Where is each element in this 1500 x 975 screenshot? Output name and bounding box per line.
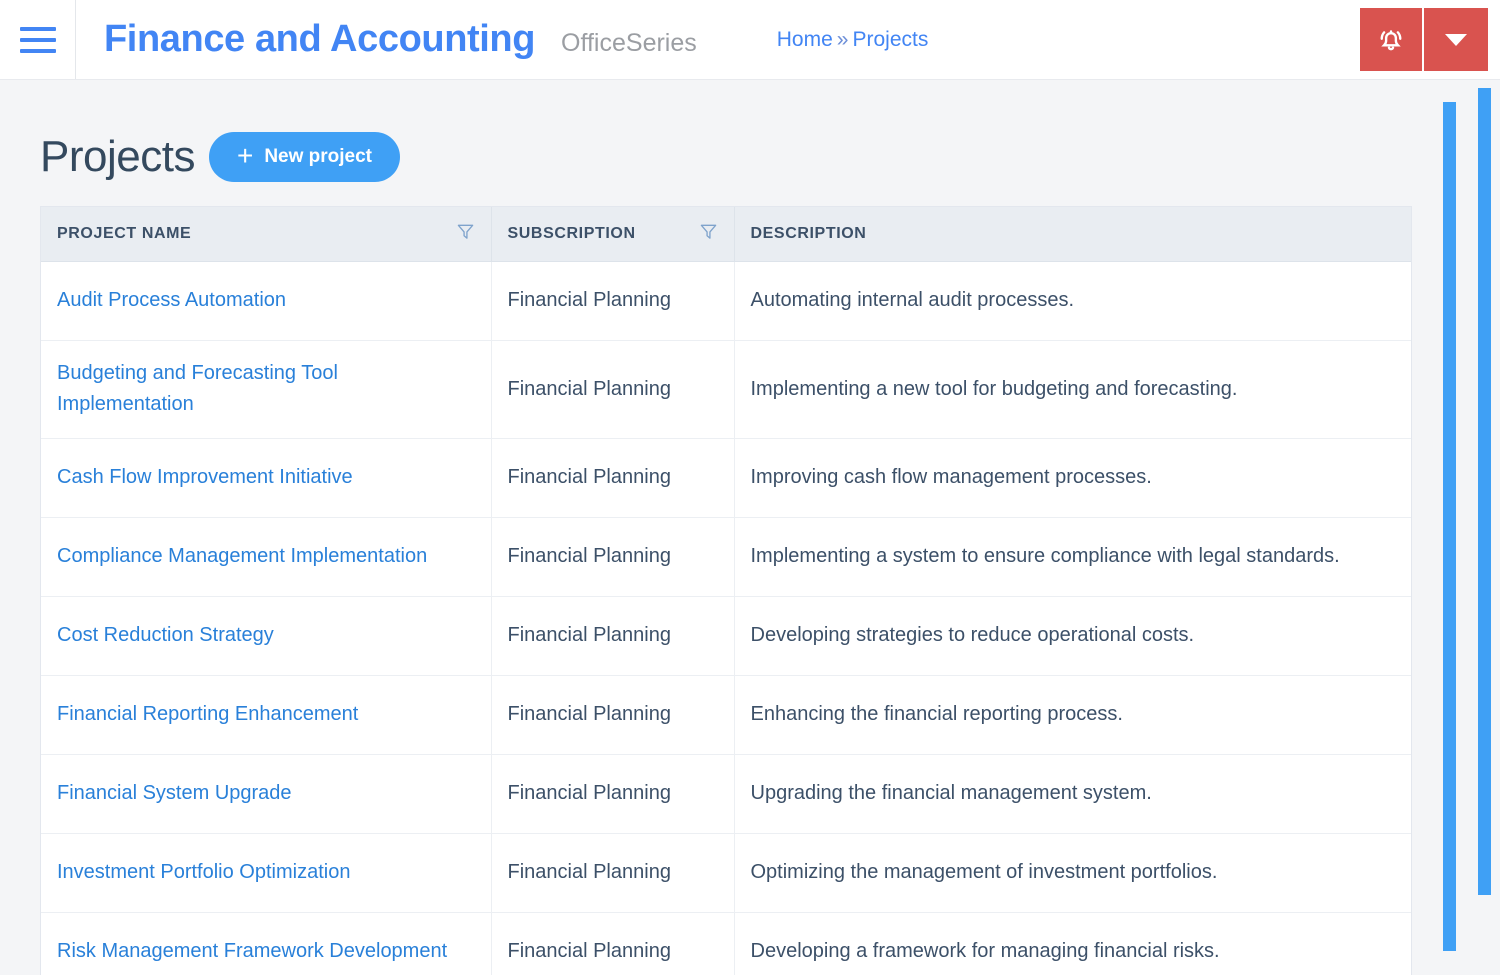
hamburger-menu-icon[interactable] xyxy=(0,0,76,79)
column-header-description: DESCRIPTION xyxy=(734,207,1411,262)
app-subtitle: OfficeSeries xyxy=(561,29,697,57)
filter-icon-project-name[interactable] xyxy=(456,222,475,246)
project-name-link[interactable]: Compliance Management Implementation xyxy=(57,545,427,567)
column-header-subscription: SUBSCRIPTION xyxy=(491,207,735,262)
column-label-subscription: SUBSCRIPTION xyxy=(507,224,636,242)
breadcrumb-current-projects[interactable]: Projects xyxy=(852,28,928,52)
table-row: Audit Process Automation Financial Planni… xyxy=(41,261,1411,341)
hamburger-bar-1 xyxy=(19,26,56,31)
project-name-link[interactable]: Financial System Upgrade xyxy=(57,782,292,804)
window-vertical-scrollbar[interactable] xyxy=(1478,88,1491,895)
cell-project-name: Budgeting and Forecasting Tool Implement… xyxy=(41,340,492,439)
top-header-bar: Finance and Accounting OfficeSeries Home… xyxy=(0,0,1500,80)
page-title: Projects xyxy=(40,132,195,181)
header-actions xyxy=(1360,8,1488,71)
table-head: PROJECT NAME SUBSCRIPTION DESCRIPTION xyxy=(41,207,1411,262)
column-label-project-name: PROJECT NAME xyxy=(57,224,192,242)
table-row: Cash Flow Improvement Initiative Financia… xyxy=(41,438,1411,518)
table-header-row: PROJECT NAME SUBSCRIPTION DESCRIPTION xyxy=(41,207,1411,262)
breadcrumb: Home » Projects xyxy=(777,28,929,52)
table-row: Cost Reduction Strategy Financial Plannin… xyxy=(41,596,1411,676)
filter-icon-subscription[interactable] xyxy=(699,222,718,246)
cell-description: Developing a framework for managing fina… xyxy=(734,912,1411,975)
projects-table: PROJECT NAME SUBSCRIPTION DESCRIPTION Au… xyxy=(41,207,1411,975)
table-row: Compliance Management Implementation Fina… xyxy=(41,517,1411,597)
cell-subscription: Financial Planning xyxy=(491,833,735,913)
project-name-link[interactable]: Risk Management Framework Development xyxy=(57,940,447,962)
header-dropdown-button[interactable] xyxy=(1424,8,1488,71)
hamburger-bar-3 xyxy=(19,48,56,53)
cell-subscription: Financial Planning xyxy=(491,596,735,676)
cell-project-name: Audit Process Automation xyxy=(41,261,492,341)
cell-subscription: Financial Planning xyxy=(491,438,735,518)
project-name-link[interactable]: Investment Portfolio Optimization xyxy=(57,861,350,883)
cell-subscription: Financial Planning xyxy=(491,340,735,439)
new-project-button[interactable]: + New project xyxy=(208,132,401,182)
cell-subscription: Financial Planning xyxy=(491,675,735,755)
cell-description: Automating internal audit processes. xyxy=(734,261,1411,341)
cell-project-name: Risk Management Framework Development xyxy=(41,912,492,975)
cell-subscription: Financial Planning xyxy=(491,517,735,597)
cell-description: Implementing a system to ensure complian… xyxy=(734,517,1411,597)
column-label-description: DESCRIPTION xyxy=(750,224,867,242)
table-row: Financial Reporting Enhancement Financial… xyxy=(41,675,1411,755)
project-name-link[interactable]: Audit Process Automation xyxy=(57,289,286,311)
plus-icon: + xyxy=(236,140,254,171)
table-row: Budgeting and Forecasting Tool Implement… xyxy=(41,340,1411,439)
cell-description: Upgrading the financial management syste… xyxy=(734,754,1411,834)
cell-project-name: Investment Portfolio Optimization xyxy=(41,833,492,913)
cell-subscription: Financial Planning xyxy=(491,754,735,834)
app-title[interactable]: Finance and Accounting xyxy=(104,18,535,61)
breadcrumb-separator-icon: » xyxy=(836,27,849,51)
project-name-link[interactable]: Financial Reporting Enhancement xyxy=(57,703,358,725)
breadcrumb-link-home[interactable]: Home xyxy=(777,28,833,52)
hamburger-bar-2 xyxy=(19,37,56,42)
cell-project-name: Cash Flow Improvement Initiative xyxy=(41,438,492,518)
column-header-project-name: PROJECT NAME xyxy=(41,207,492,262)
cell-subscription: Financial Planning xyxy=(491,912,735,975)
table-row: Risk Management Framework Development Fin… xyxy=(41,912,1411,975)
projects-table-container: PROJECT NAME SUBSCRIPTION DESCRIPTION Au… xyxy=(40,206,1412,975)
cell-project-name: Financial System Upgrade xyxy=(41,754,492,834)
cell-subscription: Financial Planning xyxy=(491,261,735,341)
cell-description: Enhancing the financial reporting proces… xyxy=(734,675,1411,755)
cell-description: Implementing a new tool for budgeting an… xyxy=(734,340,1411,439)
alarm-bell-icon xyxy=(1376,25,1406,55)
main-content: Projects + New project PROJECT NAME SUBS… xyxy=(0,80,1500,975)
page-vertical-scrollbar[interactable] xyxy=(1443,102,1456,951)
chevron-down-icon xyxy=(1445,33,1467,47)
alarm-bell-button[interactable] xyxy=(1360,8,1424,71)
cell-description: Improving cash flow management processes… xyxy=(734,438,1411,518)
project-name-link[interactable]: Cost Reduction Strategy xyxy=(57,624,274,646)
cell-project-name: Financial Reporting Enhancement xyxy=(41,675,492,755)
cell-description: Optimizing the management of investment … xyxy=(734,833,1411,913)
project-name-link[interactable]: Budgeting and Forecasting Tool Implement… xyxy=(57,362,338,415)
cell-project-name: Compliance Management Implementation xyxy=(41,517,492,597)
table-row: Financial System Upgrade Financial Planni… xyxy=(41,754,1411,834)
cell-project-name: Cost Reduction Strategy xyxy=(41,596,492,676)
table-body: Audit Process Automation Financial Planni… xyxy=(41,261,1411,975)
new-project-label: New project xyxy=(264,146,373,167)
table-row: Investment Portfolio Optimization Financi… xyxy=(41,833,1411,913)
cell-description: Developing strategies to reduce operatio… xyxy=(734,596,1411,676)
project-name-link[interactable]: Cash Flow Improvement Initiative xyxy=(57,466,353,488)
brand: Finance and Accounting OfficeSeries xyxy=(104,18,697,61)
page-header: Projects + New project xyxy=(0,80,1500,182)
